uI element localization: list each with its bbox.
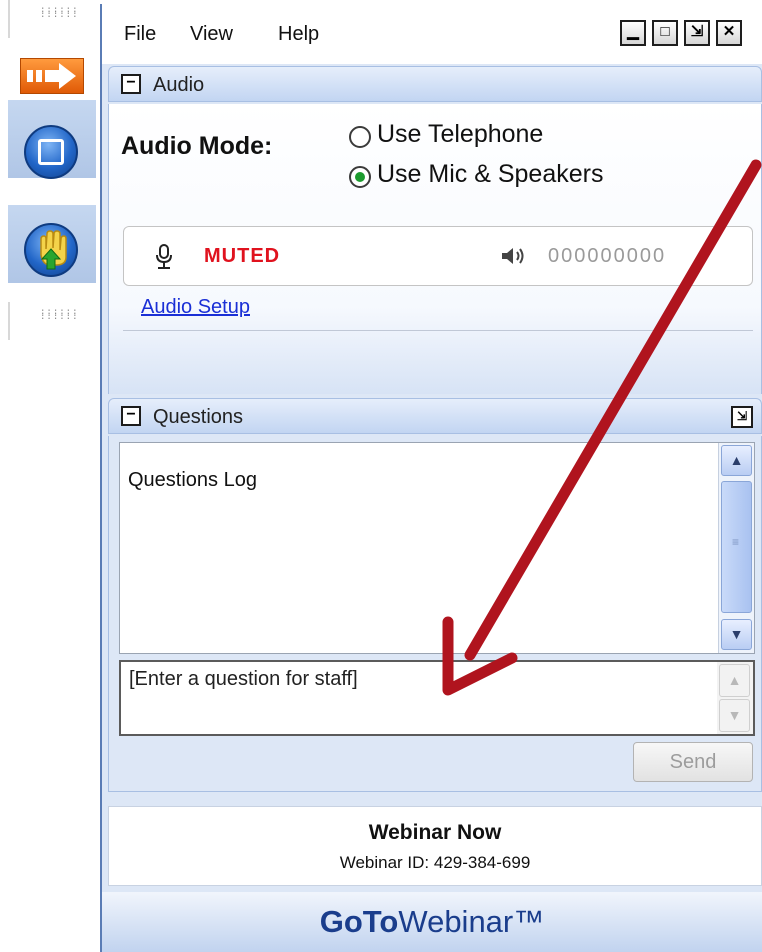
- gotowebinar-logo: GoToWebinar™: [102, 904, 762, 940]
- menu-view[interactable]: View: [190, 23, 233, 46]
- radio-use-mic-speakers[interactable]: [349, 166, 371, 188]
- audio-setup-link[interactable]: Audio Setup: [141, 296, 250, 319]
- scroll-thumb[interactable]: ≡: [721, 481, 752, 613]
- main-panel: File View Help ▁ □ ⇲ ✕ − Audio Audio Mod…: [100, 4, 762, 952]
- speaker-level-meter: 000000000: [548, 245, 667, 267]
- audio-status-box: MUTED 000000000: [123, 226, 753, 286]
- questions-log: Questions Log ▲ ≡ ▼: [119, 442, 755, 654]
- webinar-info-box: Webinar Now Webinar ID: 429-384-699: [108, 806, 762, 886]
- radio-label-use-telephone[interactable]: Use Telephone: [377, 120, 543, 149]
- radio-use-telephone[interactable]: [349, 126, 371, 148]
- mic-muted-status: MUTED: [204, 245, 281, 267]
- menu-file[interactable]: File: [124, 23, 156, 46]
- close-icon: ✕: [722, 23, 736, 40]
- detach-icon: ⇲: [690, 23, 704, 40]
- audio-pane-header: − Audio: [108, 66, 762, 102]
- questions-collapse-button[interactable]: −: [121, 406, 141, 426]
- menu-bar: File View Help ▁ □ ⇲ ✕: [102, 4, 762, 64]
- raise-hand-button[interactable]: [24, 223, 78, 277]
- audio-pane-body: Audio Mode: Use Telephone Use Mic & Spea…: [108, 104, 762, 394]
- scroll-down-button[interactable]: ▼: [721, 619, 752, 650]
- questions-log-label: Questions Log: [128, 469, 257, 491]
- questions-pane-header: − Questions ⇲: [108, 398, 762, 434]
- gotowebinar-control-panel: :::::::::::: :::::::::::: File View Help…: [0, 0, 762, 952]
- brand-bar: GoToWebinar™: [102, 892, 762, 952]
- send-button[interactable]: Send: [633, 742, 753, 782]
- question-input-placeholder[interactable]: [Enter a question for staff]: [129, 668, 358, 691]
- top-grip-handle[interactable]: ::::::::::::: [8, 0, 96, 38]
- detach-icon: ⇲: [736, 409, 748, 423]
- scroll-up-button[interactable]: ▲: [721, 445, 752, 476]
- webinar-title: Webinar Now: [368, 821, 502, 844]
- speaker-icon: [502, 248, 524, 264]
- raise-hand-icon: [40, 230, 67, 270]
- bottom-grip-handle[interactable]: ::::::::::::: [8, 302, 96, 340]
- show-hide-screen-button[interactable]: [24, 125, 78, 179]
- detach-button[interactable]: ⇲: [684, 20, 710, 46]
- radio-label-use-mic-speakers[interactable]: Use Mic & Speakers: [377, 160, 603, 189]
- audio-mode-label: Audio Mode:: [121, 132, 273, 160]
- questions-pane-title: Questions: [153, 406, 244, 428]
- input-scroll-up-button[interactable]: ▲: [719, 664, 750, 697]
- minimize-icon: ▁: [627, 23, 639, 40]
- left-control-strip: :::::::::::: ::::::::::::: [0, 0, 98, 340]
- questions-log-scrollbar[interactable]: ▲ ≡ ▼: [718, 443, 754, 653]
- question-input-scrollbar: ▲ ▼: [717, 662, 753, 734]
- microphone-icon[interactable]: [154, 244, 174, 270]
- brand-light: Webinar™: [398, 904, 545, 939]
- restore-button[interactable]: □: [652, 20, 678, 46]
- minimize-button[interactable]: ▁: [620, 20, 646, 46]
- input-scroll-down-button[interactable]: ▼: [719, 699, 750, 732]
- audio-collapse-button[interactable]: −: [121, 74, 141, 94]
- brand-bold: GoTo: [319, 904, 399, 939]
- collapse-arrow-icon: [27, 63, 76, 89]
- stop-square-icon: [38, 139, 64, 165]
- menu-help[interactable]: Help: [278, 23, 319, 46]
- webinar-id: Webinar ID: 429-384-699: [339, 853, 531, 872]
- divider: [123, 330, 753, 331]
- question-input[interactable]: [Enter a question for staff] ▲ ▼: [119, 660, 755, 736]
- restore-icon: □: [660, 23, 670, 40]
- audio-pane-title: Audio: [153, 74, 205, 96]
- questions-pane-body: Questions Log ▲ ≡ ▼ [Enter a question fo…: [108, 436, 762, 792]
- collapse-panel-button[interactable]: [20, 58, 84, 94]
- questions-detach-button[interactable]: ⇲: [731, 406, 753, 428]
- close-button[interactable]: ✕: [716, 20, 742, 46]
